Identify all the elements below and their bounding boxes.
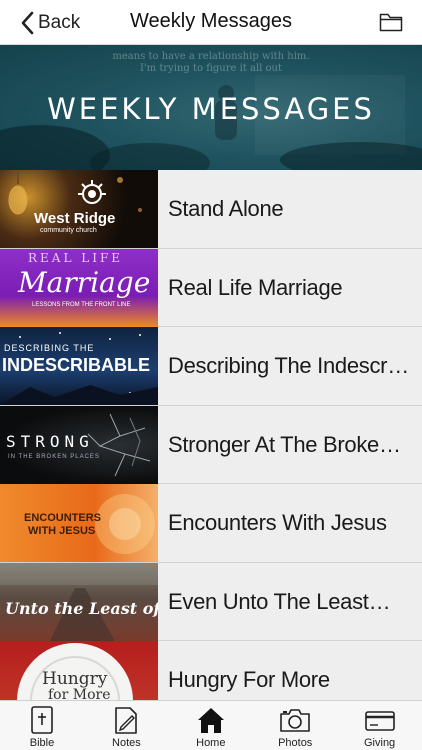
tab-bar: Bible Notes Home Photos Giving [0,700,422,750]
message-title: Even Unto The Least… [168,588,391,614]
tab-home[interactable]: Home [169,701,253,750]
message-thumbnail: STRONG IN THE BROKEN PLACES [0,405,158,484]
thumbnail-subtext: WITH JESUS [28,525,96,537]
tab-bible[interactable]: Bible [0,701,84,750]
thumbnail-text: INDESCRIBABLE [2,355,151,375]
message-thumbnail: REAL LIFE Marriage LESSONS FROM THE FRON… [0,248,158,327]
thumbnail-subtext: for More [48,687,111,700]
message-title: Encounters With Jesus [168,510,387,535]
west-ridge-logo [78,180,106,204]
banner-title: WEEKLY MESSAGES [47,92,375,126]
bible-icon [31,706,53,734]
weekly-messages-banner: means to have a relationship with him. I… [0,45,422,170]
thumbnail-top-text: DESCRIBING THE [4,343,95,353]
message-thumbnail: DESCRIBING THE INDESCRIBABLE [0,327,158,405]
thumbnail-text: Hungry [42,669,108,689]
page-title: Weekly Messages [130,10,292,32]
thumbnail-text: Unto the Least of [5,598,158,618]
message-title: Stand Alone [168,196,284,221]
tab-photos[interactable]: Photos [253,701,337,750]
tab-label: Photos [278,737,313,749]
message-row[interactable]: ENCOUNTERS WITH JESUS Encounters With Je… [0,484,422,563]
home-icon [197,708,224,733]
message-row[interactable]: STRONG IN THE BROKEN PLACES Stronger At … [0,405,422,484]
message-list: West Ridge community church Stand Alone … [0,170,422,700]
banner-quote-line: means to have a relationship with him. [112,51,310,62]
message-title: Stronger At The Broke… [168,431,401,457]
message-thumbnail: Unto the Least of [0,562,158,641]
message-row[interactable]: Hungry for More Hungry For More [0,641,422,700]
message-title: Hungry For More [168,667,330,692]
credit-card-icon [364,711,395,731]
thumbnail-subtext: IN THE BROKEN PLACES [8,453,100,460]
message-row[interactable]: REAL LIFE Marriage LESSONS FROM THE FRON… [0,248,422,327]
message-row[interactable]: DESCRIBING THE INDESCRIBABLE Describing … [0,327,422,406]
tab-label: Giving [364,737,396,749]
banner-quote-line: I'm trying to figure it all out [139,63,283,74]
message-thumbnail: ENCOUNTERS WITH JESUS [0,484,158,562]
notes-icon [115,707,138,734]
tab-giving[interactable]: Giving [338,701,422,750]
thumbnail-subtext: community church [40,227,97,234]
thumbnail-top-text: REAL LIFE [28,250,124,265]
message-thumbnail: West Ridge community church [0,170,158,248]
thumbnail-text: Marriage [18,265,151,299]
tab-label: Notes [112,737,141,749]
tab-notes[interactable]: Notes [84,701,168,750]
message-title: Describing The Indescr… [168,353,409,378]
tab-label: Bible [29,737,55,749]
tab-label: Home [196,737,226,749]
thumbnail-subtext: LESSONS FROM THE FRONT LINE [32,301,131,308]
app-screen: Back Weekly Messages means to have a rel… [0,0,422,750]
thumbnail-text: West Ridge [34,210,116,227]
message-row[interactable]: Unto the Least of Even Unto The Least… [0,562,422,641]
thumbnail-text: ENCOUNTERS [24,512,102,524]
message-thumbnail: Hungry for More [0,641,158,700]
lightbulb-graphic [8,170,142,215]
camera-icon [280,709,310,732]
message-row[interactable]: West Ridge community church Stand Alone [0,170,422,249]
thumbnail-text: STRONG [6,431,94,451]
folder-icon[interactable] [379,11,403,33]
navigation-bar: Back Weekly Messages [0,0,422,45]
message-title: Real Life Marriage [168,274,343,300]
